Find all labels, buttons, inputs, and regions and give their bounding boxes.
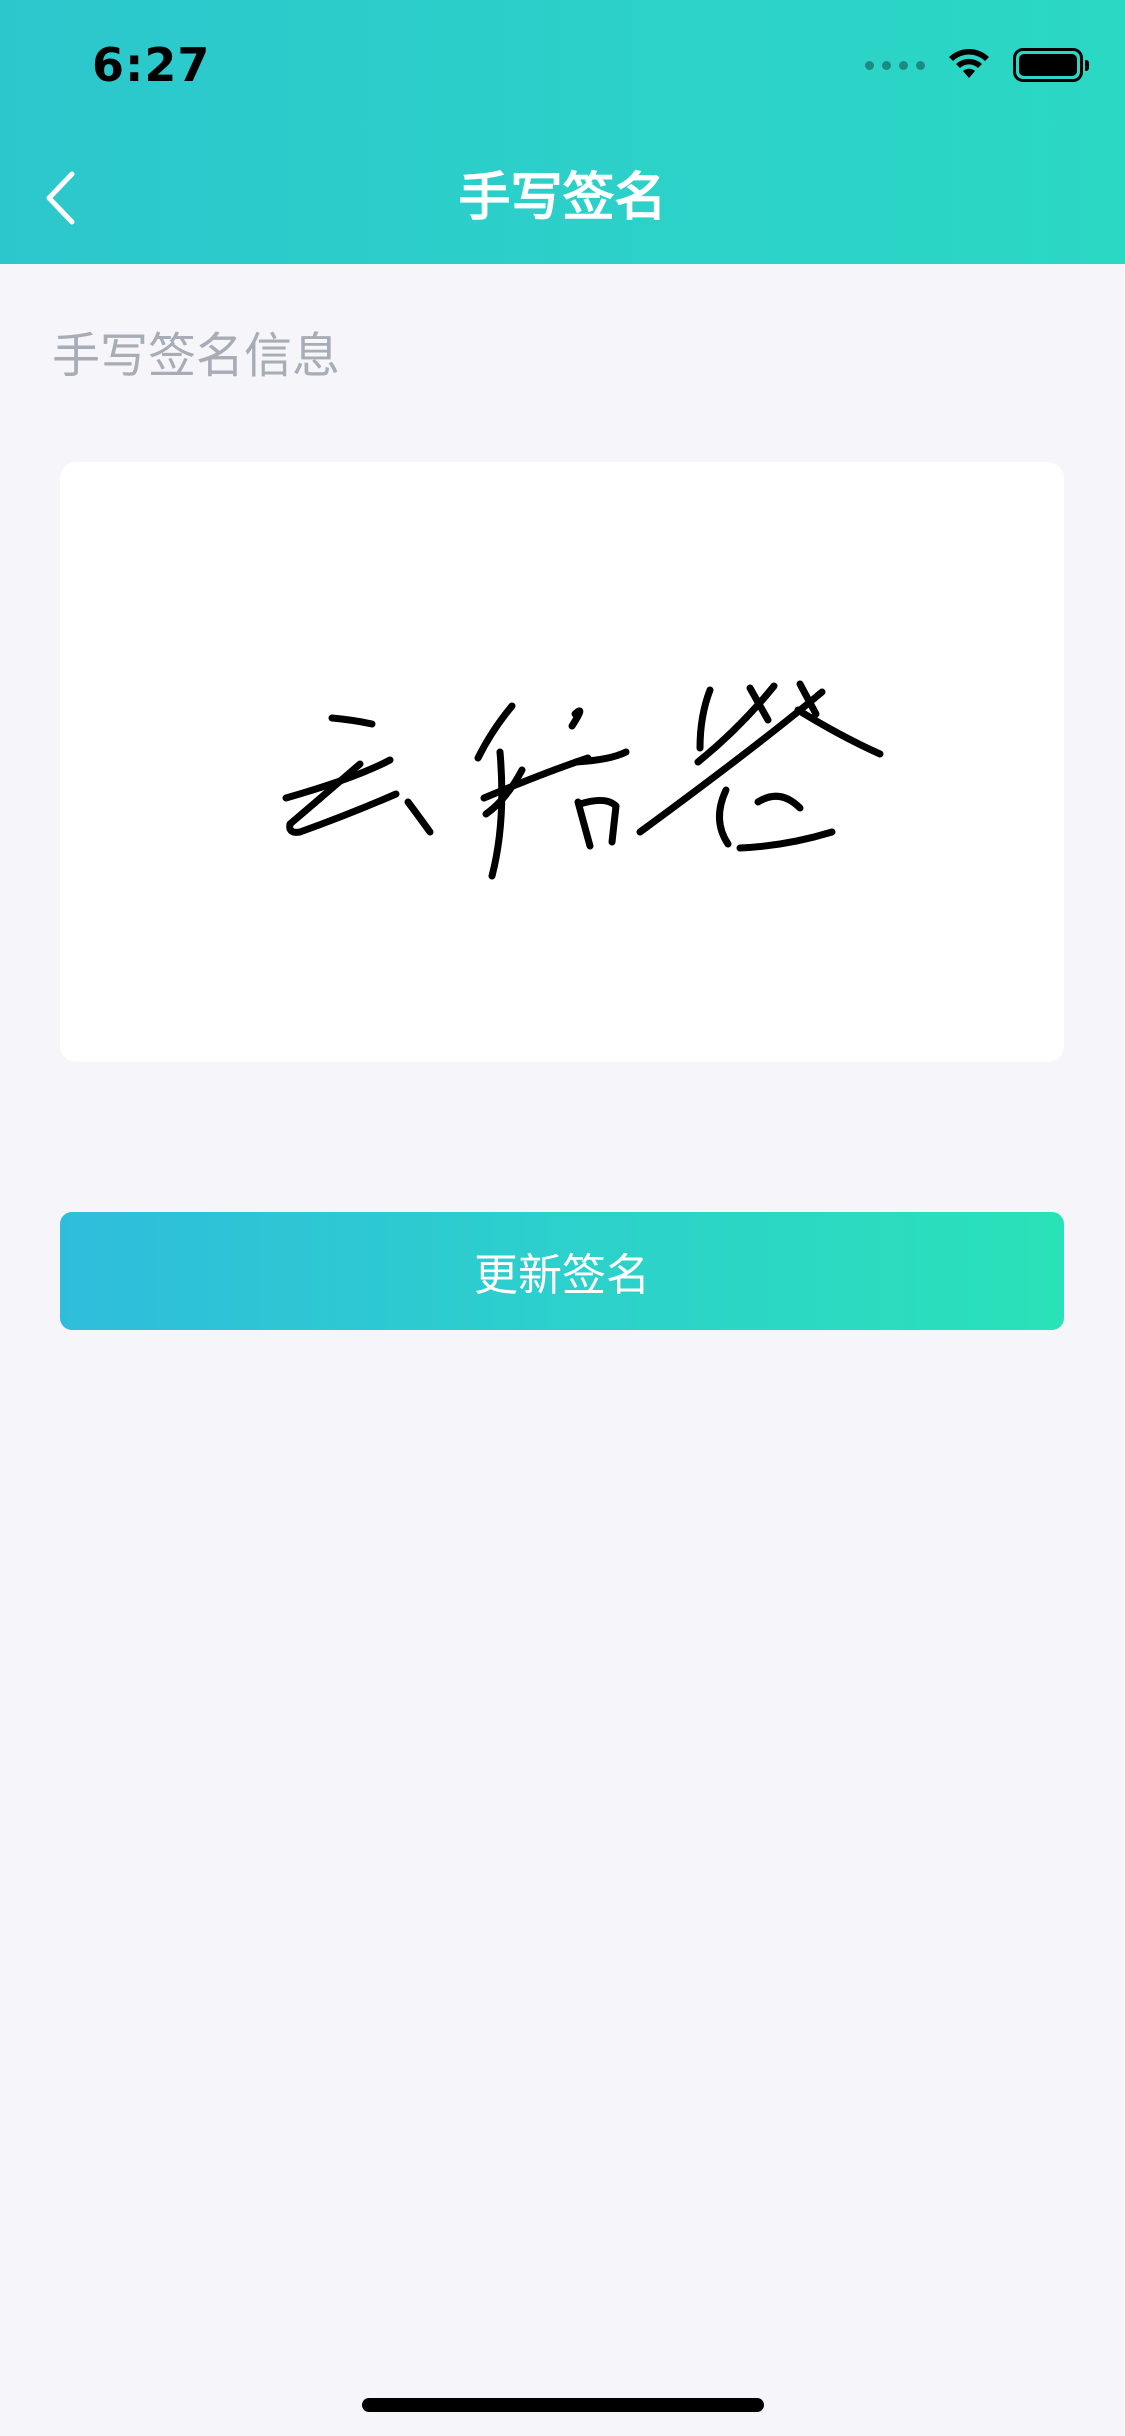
home-indicator xyxy=(362,2398,764,2412)
signature-card[interactable] xyxy=(60,462,1064,1062)
section-label: 手写签名信息 xyxy=(52,328,341,384)
status-time: 6:27 xyxy=(92,38,211,92)
signature-image xyxy=(282,680,884,880)
page-title: 手写签名 xyxy=(458,168,667,228)
battery-icon xyxy=(1013,48,1089,82)
wifi-icon xyxy=(949,49,989,78)
cellular-signal-icon xyxy=(865,60,925,70)
status-icons xyxy=(865,48,1089,82)
update-signature-button[interactable]: 更新签名 xyxy=(60,1212,1064,1330)
nav-header: 6:27 手写签名 xyxy=(0,0,1125,264)
